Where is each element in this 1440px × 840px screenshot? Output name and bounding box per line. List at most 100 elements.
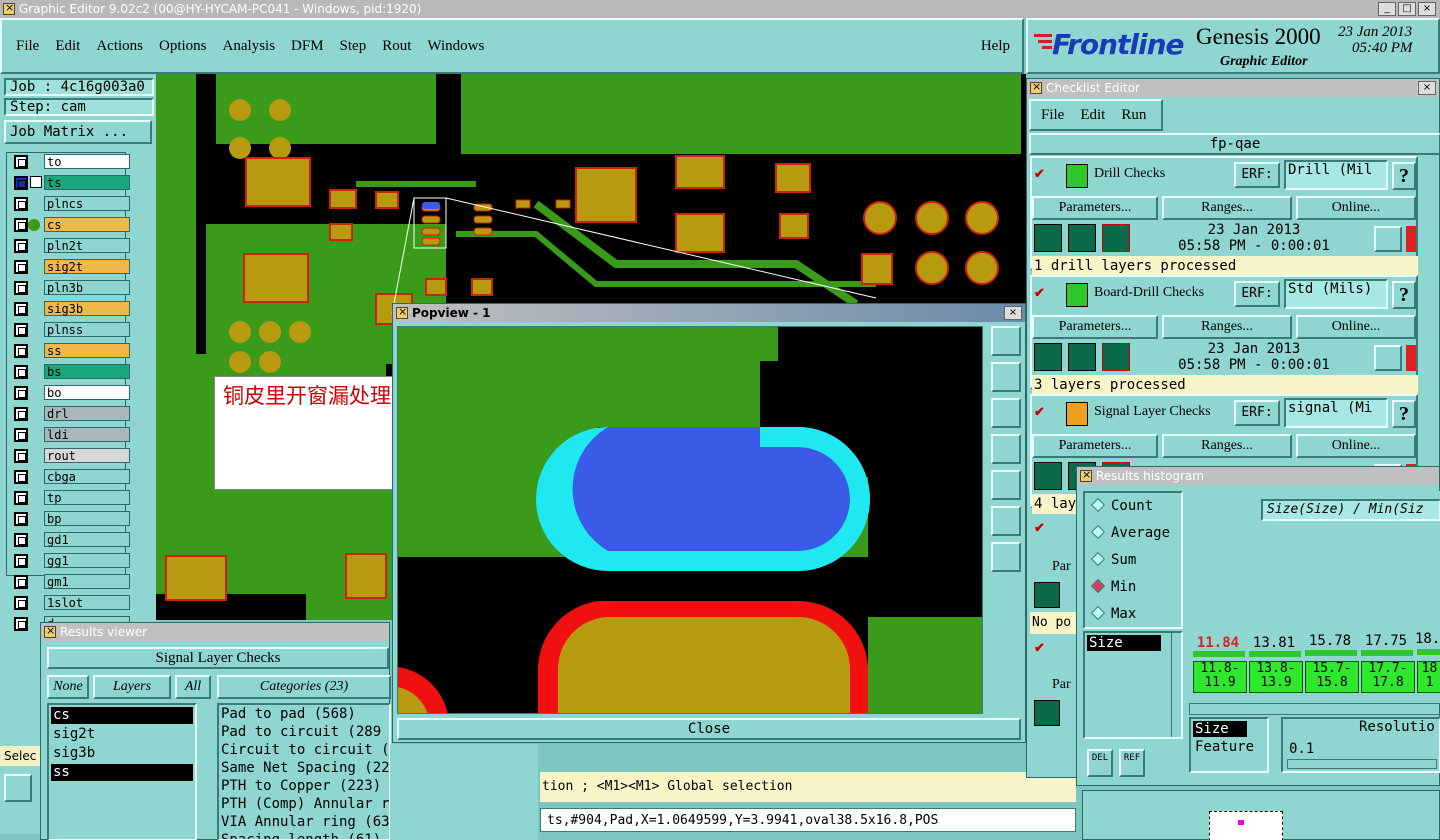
checklist-close-button[interactable]: × xyxy=(1418,81,1436,95)
resolution-slider[interactable] xyxy=(1287,759,1437,769)
layer-name-cs[interactable]: cs xyxy=(44,217,130,232)
erf-field[interactable]: Drill (Mil xyxy=(1284,160,1388,190)
result-layer-ss[interactable]: ss xyxy=(51,764,193,781)
stop-check-icon[interactable] xyxy=(1102,343,1130,371)
parameters-button[interactable]: Parameters... xyxy=(1032,315,1158,339)
layer-name-drl[interactable]: drl xyxy=(44,406,130,421)
hist-bin-5[interactable]: 18 1 xyxy=(1417,661,1440,693)
layer-checkbox[interactable] xyxy=(14,596,28,610)
run-selected-icon[interactable] xyxy=(1068,343,1096,371)
online-button[interactable]: Online... xyxy=(1296,434,1416,458)
layer-name-pln2t[interactable]: pln2t xyxy=(44,238,130,253)
hist-bin-1[interactable]: 11.8- 11.9 xyxy=(1193,661,1247,693)
layer-name-ss[interactable]: ss xyxy=(44,343,130,358)
layer-checkbox[interactable] xyxy=(14,407,28,421)
menu-analysis[interactable]: Analysis xyxy=(223,38,276,55)
category-item[interactable]: Spacing length (61) xyxy=(219,831,389,839)
category-item[interactable]: PTH (Comp) Annular ring (278) xyxy=(219,795,389,813)
check-help-icon[interactable]: ? xyxy=(1392,281,1416,309)
aggregate-option-count[interactable]: Count xyxy=(1085,493,1181,520)
layer-name-gd1[interactable]: gd1 xyxy=(44,532,130,547)
layer-checkbox[interactable] xyxy=(14,533,28,547)
layer-row-gm1[interactable]: gm1 xyxy=(6,574,130,590)
layer-row-cs[interactable]: cs xyxy=(6,217,130,233)
layer-name-sig2t[interactable]: sig2t xyxy=(44,259,130,274)
view-results-icon[interactable] xyxy=(1374,345,1402,371)
aggregate-option-average[interactable]: Average xyxy=(1085,520,1181,547)
category-item[interactable]: Pad to pad (568) xyxy=(219,705,389,723)
layer-row-pln3b[interactable]: pln3b xyxy=(6,280,130,296)
hist-bin-2[interactable]: 13.8- 13.9 xyxy=(1249,661,1303,693)
layer-checkbox[interactable] xyxy=(14,449,28,463)
check-help-icon[interactable]: ? xyxy=(1392,162,1416,190)
layer-row-bo[interactable]: bo xyxy=(6,385,130,401)
category-item[interactable]: Pad to circuit (289 xyxy=(219,723,389,741)
hist-bin-3[interactable]: 15.7- 15.8 xyxy=(1305,661,1359,693)
histogram-scrollbar[interactable] xyxy=(1189,703,1440,715)
layer-checkbox[interactable] xyxy=(14,428,28,442)
run-check-icon[interactable] xyxy=(1034,224,1062,252)
layer-checkbox[interactable] xyxy=(14,176,28,190)
layer-name-bp[interactable]: bp xyxy=(44,511,130,526)
overview-frame[interactable] xyxy=(1209,811,1283,840)
layer-checkbox[interactable] xyxy=(14,512,28,526)
popview-tool-center-icon[interactable] xyxy=(991,542,1021,572)
popview-tool-fit-icon[interactable] xyxy=(991,506,1021,536)
result-layer-sig2t[interactable]: sig2t xyxy=(51,726,193,743)
menu-step[interactable]: Step xyxy=(340,38,367,55)
layer-checkbox[interactable] xyxy=(14,218,28,232)
popview-close-button[interactable]: Close xyxy=(397,718,1021,740)
category-item[interactable]: Circuit to circuit (169) xyxy=(219,741,389,759)
ranges-button[interactable]: Ranges... xyxy=(1162,315,1292,339)
online-button[interactable]: Online... xyxy=(1296,196,1416,220)
category-item[interactable]: Same Net Spacing (22) xyxy=(219,759,389,777)
layer-checkbox[interactable] xyxy=(14,197,28,211)
run-check-icon[interactable] xyxy=(1034,462,1062,490)
layer-row-bs[interactable]: bs xyxy=(6,364,130,380)
minimize-button[interactable]: _ xyxy=(1378,2,1396,16)
layer-row-pln2t[interactable]: pln2t xyxy=(6,238,130,254)
layer-name-to[interactable]: to xyxy=(44,154,130,169)
layer-row-cbga[interactable]: cbga xyxy=(6,469,130,485)
layer-name-bo[interactable]: bo xyxy=(44,385,130,400)
layer-row-ss[interactable]: ss xyxy=(6,343,130,359)
layer-name-1slot[interactable]: 1slot xyxy=(44,595,130,610)
checklist-menu-edit[interactable]: Edit xyxy=(1080,107,1105,124)
layer-name-sig3b[interactable]: sig3b xyxy=(44,301,130,316)
check-help-icon[interactable]: ? xyxy=(1392,400,1416,428)
check-enabled-mark[interactable]: ✔ xyxy=(1034,285,1045,302)
layer-name-plncs[interactable]: plncs xyxy=(44,196,130,211)
layer-checkbox[interactable] xyxy=(14,281,28,295)
parameters-button[interactable]: Parameters... xyxy=(1032,434,1158,458)
layer-checkbox[interactable] xyxy=(14,302,28,316)
menu-help[interactable]: Help xyxy=(981,38,1010,55)
popview-tool-down-icon[interactable] xyxy=(991,398,1021,428)
layer-checkbox[interactable] xyxy=(14,365,28,379)
layer-checkbox[interactable] xyxy=(14,617,28,631)
menu-edit[interactable]: Edit xyxy=(55,38,80,55)
layer-checkbox[interactable] xyxy=(14,470,28,484)
ranges-button[interactable]: Ranges... xyxy=(1162,196,1292,220)
layer-row-ldi[interactable]: ldi xyxy=(6,427,130,443)
layer-name-cbga[interactable]: cbga xyxy=(44,469,130,484)
online-button[interactable]: Online... xyxy=(1296,315,1416,339)
layer-row-gg1[interactable]: gg1 xyxy=(6,553,130,569)
result-layer-sig3b[interactable]: sig3b xyxy=(51,745,193,762)
erf-field[interactable]: Std (Mils) xyxy=(1284,279,1388,309)
check-enabled-mark[interactable]: ✔ xyxy=(1034,404,1045,421)
erf-field[interactable]: signal (Mi xyxy=(1284,398,1388,428)
stop-check-icon[interactable] xyxy=(1102,224,1130,252)
checklist-menu-file[interactable]: File xyxy=(1041,107,1064,124)
layer-name-ldi[interactable]: ldi xyxy=(44,427,130,442)
popview-canvas[interactable] xyxy=(397,326,983,714)
layer-row-drl[interactable]: drl xyxy=(6,406,130,422)
layer-row-to[interactable]: to xyxy=(6,154,130,170)
job-matrix-button[interactable]: Job Matrix ... xyxy=(4,120,152,144)
selection-tool-icon[interactable] xyxy=(4,774,32,802)
menu-windows[interactable]: Windows xyxy=(427,38,484,55)
popview-tool-up-icon[interactable] xyxy=(991,362,1021,392)
aggregate-option-min[interactable]: Min xyxy=(1085,574,1181,601)
layer-name-ts[interactable]: ts xyxy=(44,175,130,190)
layer-row-ts[interactable]: ts xyxy=(6,175,130,191)
layer-checkbox[interactable] xyxy=(14,323,28,337)
